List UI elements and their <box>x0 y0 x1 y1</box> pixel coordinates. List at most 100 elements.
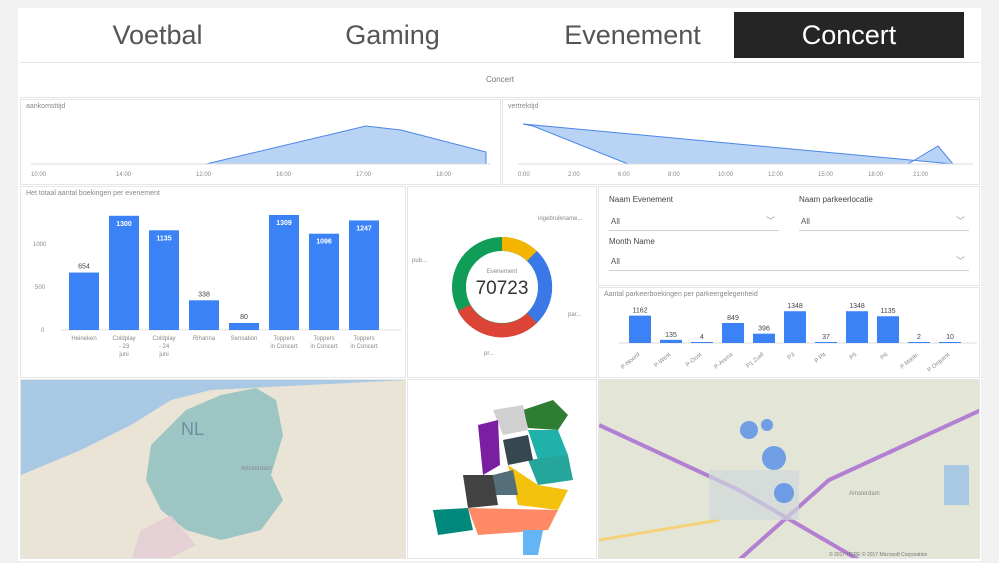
tab-evenement[interactable]: Evenement <box>535 12 730 58</box>
parking-bar[interactable] <box>722 322 744 343</box>
departure-tick: 0:00 <box>518 172 530 178</box>
bar-value-label: 1096 <box>316 239 332 246</box>
month-filter-label: Month Name <box>609 237 655 246</box>
parking-bar[interactable] <box>691 342 713 343</box>
evenement-filter[interactable]: All ﹀ <box>609 213 779 231</box>
parking-bubble <box>774 483 794 503</box>
departure-area-svg: 0:00 2:00 6:00 8:00 10:00 12:00 15:00 18… <box>518 123 973 178</box>
departure-tick: 18:00 <box>868 172 884 178</box>
departure-tick: 6:00 <box>618 172 630 178</box>
chevron-down-icon[interactable]: ﹀ <box>766 212 775 230</box>
parking-category-label: P1 Zuid <box>746 352 766 370</box>
province-zuid-holland <box>463 475 498 508</box>
category-label: juni <box>118 352 128 358</box>
donut-legend-right: par... <box>568 312 582 318</box>
tab-voetbal[interactable]: Voetbal <box>60 12 255 58</box>
parking-bar[interactable] <box>629 315 651 343</box>
parking-bar[interactable] <box>815 342 837 343</box>
category-label: Rihanna <box>193 336 216 342</box>
bar[interactable] <box>109 215 139 330</box>
parking-category-label: P-Noord <box>620 352 641 371</box>
parking-category-label: P Mastr. <box>900 352 921 371</box>
parking-bar-label: 1162 <box>632 308 647 315</box>
arrival-tick: 12:00 <box>196 172 212 178</box>
parking-map-svg: Amsterdam © 2017 HERE © 2017 Microsoft C… <box>599 380 979 558</box>
parking-bar-label: 396 <box>758 326 770 333</box>
parking-bubble <box>740 421 758 439</box>
parking-bar[interactable] <box>877 316 899 343</box>
donut-legend-left: pub... <box>412 258 427 264</box>
parking-category-label: P3 <box>787 352 797 362</box>
parking-bar[interactable] <box>660 339 682 343</box>
bar[interactable] <box>269 214 299 330</box>
category-label: Sensation <box>231 336 258 342</box>
category-label: in Concert <box>270 344 298 350</box>
departure-time-chart: vertrektijd 0:00 2:00 6:00 8:00 10:00 12… <box>502 99 980 185</box>
map-country-label: NL <box>181 419 204 439</box>
month-filter-value: All <box>611 257 620 266</box>
region-map[interactable]: NL Amsterdam <box>20 379 406 559</box>
category-label: - 24 <box>159 344 170 350</box>
bar[interactable] <box>189 300 219 330</box>
bar-value-label: 1300 <box>116 221 132 228</box>
bar-value-label: 1309 <box>276 220 292 227</box>
parking-bar[interactable] <box>753 333 775 343</box>
y-tick: 500 <box>35 285 46 291</box>
category-label: - 23 <box>119 344 130 350</box>
chevron-down-icon[interactable]: ﹀ <box>956 252 965 270</box>
province-map[interactable] <box>407 379 597 559</box>
parking-location-map[interactable]: Amsterdam © 2017 HERE © 2017 Microsoft C… <box>598 379 980 559</box>
province-overijssel <box>528 455 573 485</box>
category-label: Coldplay <box>152 336 175 342</box>
parking-category-label: P-West <box>653 352 672 369</box>
bar-value-label: 654 <box>78 264 90 271</box>
parkeerlocatie-filter[interactable]: All ﹀ <box>799 213 969 231</box>
evenement-filter-value: All <box>611 217 620 226</box>
category-label: in Concert <box>350 344 378 350</box>
parking-bar-label: 135 <box>665 332 677 339</box>
bar[interactable] <box>229 322 259 330</box>
evenement-filter-label: Naam Evenement <box>609 195 674 204</box>
parking-bar-label: 1348 <box>787 303 803 310</box>
departure-tick: 15:00 <box>818 172 834 178</box>
parking-bar[interactable] <box>939 342 961 343</box>
arrival-tick: 18:00 <box>436 172 452 178</box>
parking-category-label: P-Arena <box>714 352 735 371</box>
category-label: Toppers <box>313 336 334 342</box>
category-label: Toppers <box>353 336 374 342</box>
parking-bar[interactable] <box>846 311 868 343</box>
departure-area <box>522 123 955 165</box>
parking-category-label: P6 <box>880 352 890 362</box>
parking-bar[interactable] <box>908 342 930 343</box>
y-tick: 0 <box>41 328 45 334</box>
bar[interactable] <box>149 230 179 330</box>
province-groningen <box>523 400 568 430</box>
y-tick: 1000 <box>33 242 47 248</box>
donut-legend-top: ingebruikname... <box>538 216 583 222</box>
departure-tick: 12:00 <box>768 172 784 178</box>
bar[interactable] <box>309 233 339 330</box>
month-filter[interactable]: All ﹀ <box>609 253 969 271</box>
tab-gaming[interactable]: Gaming <box>295 12 490 58</box>
parking-bar-label: 37 <box>822 334 830 341</box>
tab-concert[interactable]: Concert <box>734 12 964 58</box>
departure-tick: 10:00 <box>718 172 734 178</box>
parking-bar-label: 2 <box>917 334 921 341</box>
bookings-per-event-chart: Het totaal aantal boekingen per evenemen… <box>20 186 406 378</box>
bar[interactable] <box>349 220 379 330</box>
province-noord-holland <box>478 420 500 475</box>
map-city-label: Amsterdam <box>241 466 272 472</box>
parking-bar[interactable] <box>784 311 806 343</box>
bar-value-label: 338 <box>198 291 210 298</box>
map-copyright: © 2017 HERE © 2017 Microsoft Corporation <box>829 551 927 558</box>
parking-bars-svg: 1162 P-Noord 135 P-West 4 P-Oost 849 P-Arena 396… <box>619 303 977 374</box>
parking-bubble <box>761 419 773 431</box>
bar[interactable] <box>69 272 99 330</box>
arrival-tick: 10:00 <box>31 172 47 178</box>
bookings-bars-svg: 1000 500 0 654 Heineken 1300 Coldplay - 23 ju… <box>33 214 401 358</box>
donut-center-label: Evenement <box>487 269 518 275</box>
region-map-svg: NL Amsterdam <box>21 380 405 558</box>
province-map-svg <box>433 400 573 555</box>
province-limburg <box>523 530 543 555</box>
chevron-down-icon[interactable]: ﹀ <box>956 212 965 230</box>
